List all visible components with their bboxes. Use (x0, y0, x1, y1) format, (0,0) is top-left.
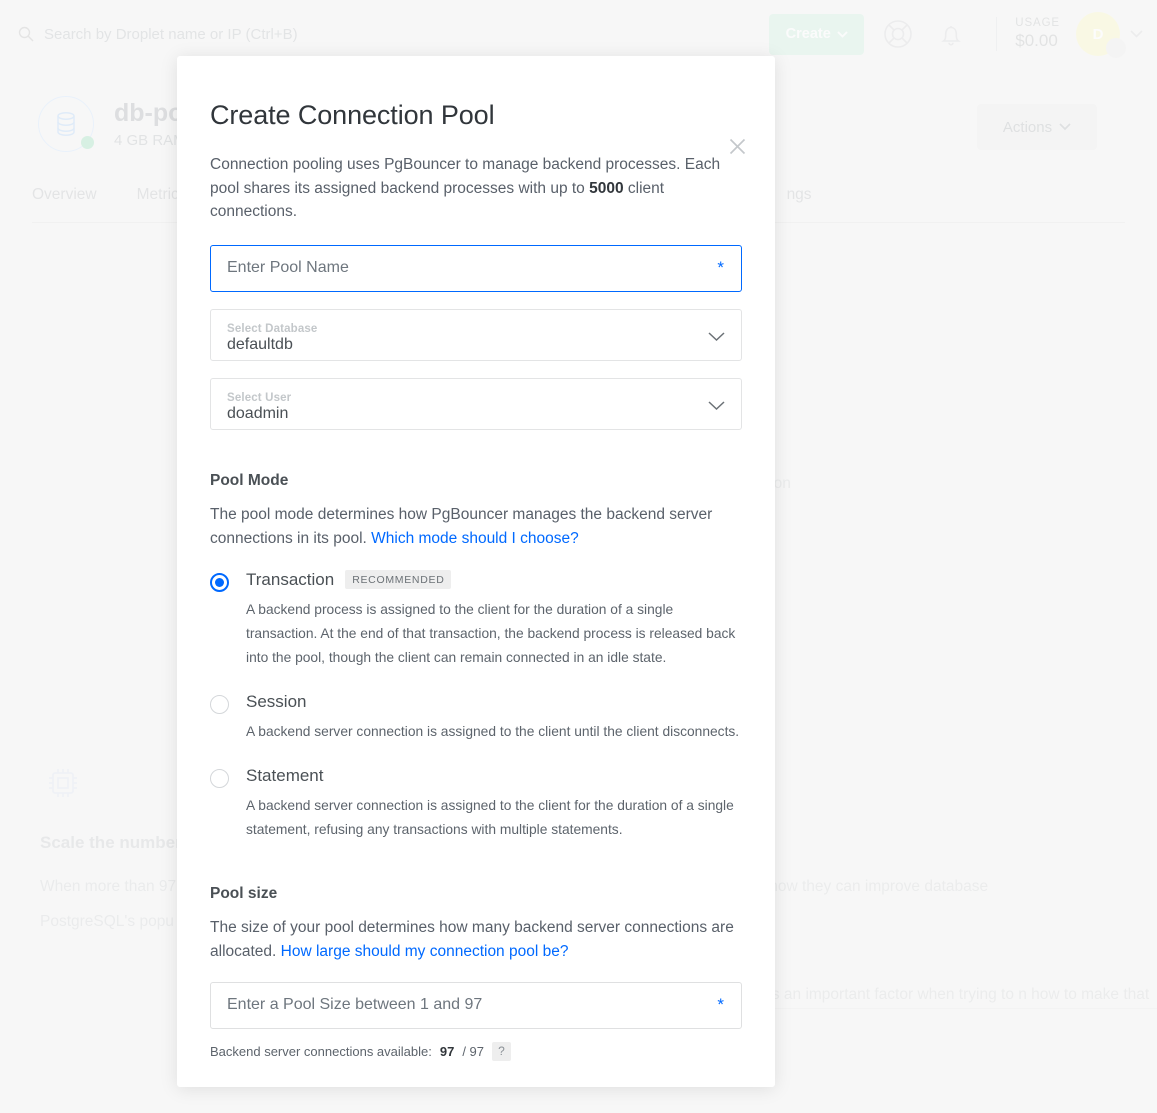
radio-transaction-body: Transaction RECOMMENDED A backend proces… (246, 570, 746, 670)
help-icon[interactable]: ? (492, 1042, 511, 1061)
connections-available-line: Backend server connections available: 97… (210, 1042, 742, 1061)
radio-transaction-description: A backend process is assigned to the cli… (246, 598, 746, 670)
radio-statement-head: Statement (246, 766, 746, 786)
radio-statement-description: A backend server connection is assigned … (246, 794, 746, 842)
modal-description: Connection pooling uses PgBouncer to man… (210, 153, 735, 224)
radio-statement[interactable] (210, 769, 229, 788)
chevron-down-icon (708, 329, 725, 347)
required-marker: * (717, 258, 724, 278)
radio-statement-body: Statement A backend server connection is… (246, 766, 746, 842)
database-select-value: defaultdb (227, 336, 725, 354)
pool-mode-option-session[interactable]: Session A backend server connection is a… (210, 692, 742, 744)
pool-size-help-link[interactable]: How large should my connection pool be? (281, 943, 569, 960)
pool-size-description: The size of your pool determines how man… (210, 916, 735, 964)
pool-mode-option-statement[interactable]: Statement A backend server connection is… (210, 766, 742, 842)
create-connection-pool-modal: Create Connection Pool Connection poolin… (177, 56, 775, 1087)
radio-session-body: Session A backend server connection is a… (246, 692, 746, 744)
pool-mode-help-link[interactable]: Which mode should I choose? (371, 530, 579, 547)
modal-title: Create Connection Pool (210, 100, 742, 131)
user-select-value: doadmin (227, 405, 725, 423)
connections-available-total: / 97 (462, 1044, 484, 1059)
status-badge: RECOMMENDED (345, 570, 451, 589)
radio-transaction-head: Transaction RECOMMENDED (246, 570, 746, 590)
user-select[interactable]: Select User doadmin (210, 378, 742, 430)
radio-session-label: Session (246, 692, 306, 712)
radio-session-description: A backend server connection is assigned … (246, 720, 746, 744)
database-select-label: Select Database (227, 323, 725, 335)
pool-name-placeholder: Enter Pool Name (227, 259, 349, 277)
connections-available-prefix: Backend server connections available: (210, 1044, 432, 1059)
pool-size-title: Pool size (210, 885, 742, 903)
pool-name-input[interactable]: Enter Pool Name * (210, 245, 742, 292)
chevron-down-icon (708, 398, 725, 416)
pool-mode-description: The pool mode determines how PgBouncer m… (210, 503, 735, 551)
pool-mode-title: Pool Mode (210, 472, 742, 490)
pool-mode-option-transaction[interactable]: Transaction RECOMMENDED A backend proces… (210, 570, 742, 670)
connections-available-used: 97 (440, 1044, 454, 1059)
radio-statement-label: Statement (246, 766, 324, 786)
required-marker: * (717, 995, 724, 1015)
pool-size-input[interactable]: Enter a Pool Size between 1 and 97 * (210, 982, 742, 1029)
modal-description-strong: 5000 (589, 180, 623, 197)
close-icon[interactable] (723, 132, 751, 160)
database-select[interactable]: Select Database defaultdb (210, 309, 742, 361)
user-select-label: Select User (227, 392, 725, 404)
radio-session-head: Session (246, 692, 746, 712)
pool-size-placeholder: Enter a Pool Size between 1 and 97 (227, 996, 482, 1014)
radio-transaction-label: Transaction (246, 570, 334, 590)
radio-session[interactable] (210, 695, 229, 714)
radio-transaction[interactable] (210, 573, 229, 592)
